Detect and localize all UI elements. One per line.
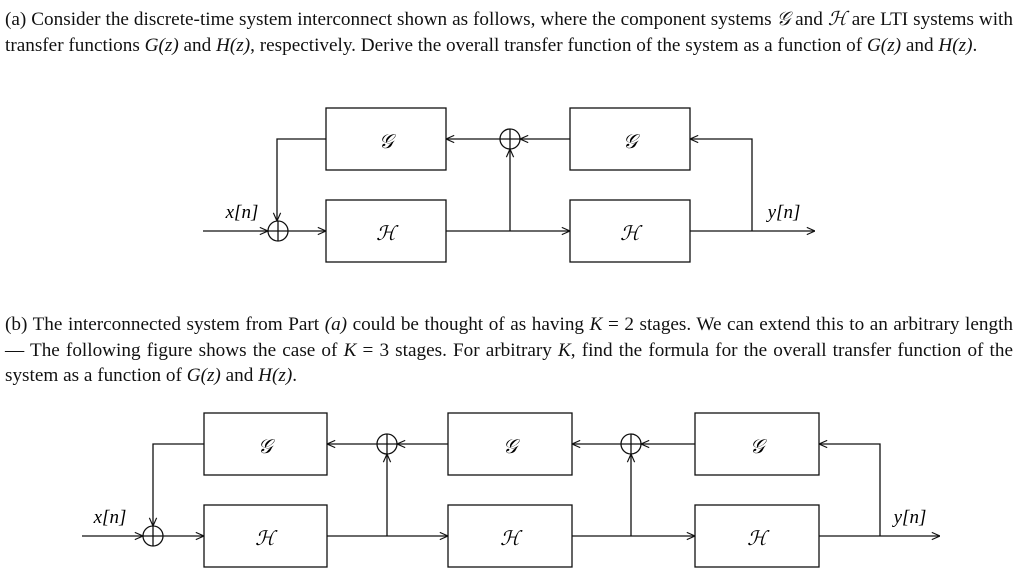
h-label: ℋ <box>620 223 643 245</box>
summing-junction <box>376 433 398 455</box>
h-label: ℋ <box>500 528 523 550</box>
input-label: x[n] <box>93 507 127 528</box>
output-label: y[n] <box>892 507 927 528</box>
h-label: ℋ <box>255 528 278 550</box>
summing-junction <box>142 525 164 547</box>
summing-junction <box>620 433 642 455</box>
input-label: x[n] <box>225 202 259 223</box>
output-label: y[n] <box>766 202 801 223</box>
h-label: ℋ <box>376 223 399 245</box>
block-diagrams: 𝒢 ℋ 𝒢 ℋ x[n] y[n] 𝒢 ℋ 𝒢 ℋ 𝒢 ℋ x[n] y[n] <box>82 107 940 568</box>
diagram-a: 𝒢 ℋ 𝒢 ℋ x[n] y[n] <box>203 107 815 263</box>
diagram-b: 𝒢 ℋ 𝒢 ℋ 𝒢 ℋ x[n] y[n] <box>82 412 940 568</box>
summing-junction <box>267 220 289 242</box>
h-label: ℋ <box>747 528 770 550</box>
summing-junction <box>499 128 521 150</box>
